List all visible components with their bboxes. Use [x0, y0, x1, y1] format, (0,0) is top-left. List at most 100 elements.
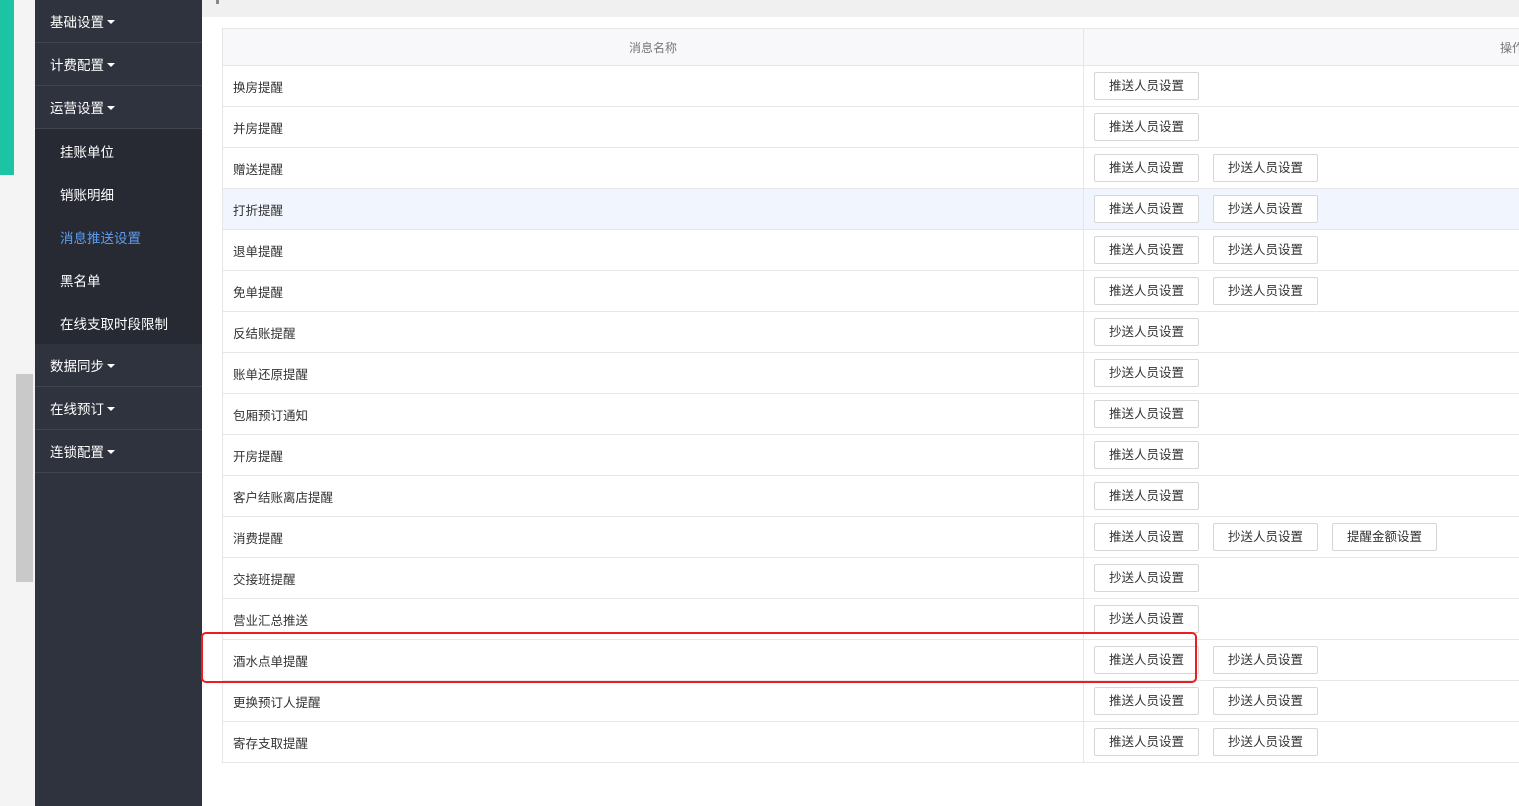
push-recipients-button[interactable]: 推送人员设置	[1094, 728, 1200, 756]
sidebar-group-top-0[interactable]: 基础设置	[35, 0, 202, 43]
cc-recipients-button[interactable]: 抄送人员设置	[1213, 523, 1319, 551]
table-row: 反结账提醒 抄送人员设置	[222, 311, 1519, 353]
operation-cell: 推送人员设置 抄送人员设置	[1083, 270, 1519, 312]
message-name-cell: 包厢预订通知	[222, 393, 1084, 435]
sidebar-group-top-2[interactable]: 运营设置	[35, 86, 202, 129]
push-recipients-button[interactable]: 推送人员设置	[1094, 523, 1200, 551]
table-row: 退单提醒 推送人员设置 抄送人员设置	[222, 229, 1519, 271]
push-recipients-button[interactable]: 推送人员设置	[1094, 687, 1200, 715]
operation-cell: 推送人员设置	[1083, 434, 1519, 476]
table-row: 包厢预订通知 推送人员设置	[222, 393, 1519, 435]
caret-down-icon	[107, 63, 115, 67]
operation-cell: 推送人员设置	[1083, 393, 1519, 435]
caret-down-icon	[107, 407, 115, 411]
sidebar-group-bottom-1[interactable]: 在线预订	[35, 387, 202, 430]
sidebar: 基础设置计费配置运营设置 挂账单位 销账明细 消息推送设置 黑名单 在线支取时段限制 数…	[35, 0, 202, 806]
cc-recipients-button[interactable]: 抄送人员设置	[1213, 236, 1319, 264]
table-row: 打折提醒 推送人员设置 抄送人员设置	[222, 188, 1519, 230]
table-header-row: 消息名称 操作	[222, 28, 1519, 66]
push-recipients-button[interactable]: 推送人员设置	[1094, 277, 1200, 305]
operation-cell: 推送人员设置 抄送人员设置	[1083, 721, 1519, 763]
message-name-cell: 打折提醒	[222, 188, 1084, 230]
accent-bar	[0, 0, 14, 175]
message-name-cell: 酒水点单提醒	[222, 639, 1084, 681]
message-table: 消息名称 操作 换房提醒 推送人员设置 并房提醒 推送人员设置 赠送提醒 推送人员设置 抄送…	[222, 28, 1519, 763]
header-message-name: 消息名称	[222, 28, 1084, 66]
message-name-cell: 交接班提醒	[222, 557, 1084, 599]
table-row: 更换预订人提醒 推送人员设置 抄送人员设置	[222, 680, 1519, 722]
sidebar-group-label: 计费配置	[50, 58, 104, 74]
operation-cell: 推送人员设置 抄送人员设置	[1083, 680, 1519, 722]
operation-cell: 抄送人员设置	[1083, 311, 1519, 353]
top-bar	[202, 0, 1519, 17]
message-name-cell: 消费提醒	[222, 516, 1084, 558]
submenu-item-1[interactable]: 销账明细	[35, 172, 202, 215]
push-recipients-button[interactable]: 推送人员设置	[1094, 441, 1200, 469]
table-row: 换房提醒 推送人员设置	[222, 65, 1519, 107]
caret-down-icon	[107, 364, 115, 368]
operation-cell: 推送人员设置	[1083, 106, 1519, 148]
sidebar-group-label: 在线预订	[50, 402, 104, 418]
message-table-container: 消息名称 操作 换房提醒 推送人员设置 并房提醒 推送人员设置 赠送提醒 推送人员设置 抄送…	[222, 28, 1519, 763]
table-row: 客户结账离店提醒 推送人员设置	[222, 475, 1519, 517]
table-row: 消费提醒 推送人员设置 抄送人员设置 提醒金额设置	[222, 516, 1519, 558]
message-name-cell: 寄存支取提醒	[222, 721, 1084, 763]
caret-down-icon	[107, 450, 115, 454]
push-recipients-button[interactable]: 推送人员设置	[1094, 195, 1200, 223]
table-row: 营业汇总推送 抄送人员设置	[222, 598, 1519, 640]
operation-cell: 推送人员设置	[1083, 475, 1519, 517]
cc-recipients-button[interactable]: 抄送人员设置	[1213, 687, 1319, 715]
cc-recipients-button[interactable]: 抄送人员设置	[1094, 359, 1200, 387]
cc-recipients-button[interactable]: 抄送人员设置	[1213, 646, 1319, 674]
scrollbar-thumb[interactable]	[16, 374, 33, 582]
sidebar-group-top-1[interactable]: 计费配置	[35, 43, 202, 86]
message-name-cell: 开房提醒	[222, 434, 1084, 476]
submenu-item-3[interactable]: 黑名单	[35, 258, 202, 301]
cc-recipients-button[interactable]: 抄送人员设置	[1094, 318, 1200, 346]
push-recipients-button[interactable]: 推送人员设置	[1094, 113, 1200, 141]
push-recipients-button[interactable]: 推送人员设置	[1094, 400, 1200, 428]
operation-cell: 推送人员设置	[1083, 65, 1519, 107]
submenu-item-0[interactable]: 挂账单位	[35, 129, 202, 172]
message-name-cell: 退单提醒	[222, 229, 1084, 271]
operation-cell: 推送人员设置 抄送人员设置 提醒金额设置	[1083, 516, 1519, 558]
table-row: 开房提醒 推送人员设置	[222, 434, 1519, 476]
push-recipients-button[interactable]: 推送人员设置	[1094, 646, 1200, 674]
cc-recipients-button[interactable]: 抄送人员设置	[1094, 564, 1200, 592]
submenu-item-4[interactable]: 在线支取时段限制	[35, 301, 202, 344]
operation-cell: 推送人员设置 抄送人员设置	[1083, 639, 1519, 681]
push-recipients-button[interactable]: 推送人员设置	[1094, 72, 1200, 100]
cc-recipients-button[interactable]: 抄送人员设置	[1213, 728, 1319, 756]
cc-recipients-button[interactable]: 抄送人员设置	[1213, 195, 1319, 223]
table-row: 账单还原提醒 抄送人员设置	[222, 352, 1519, 394]
table-row: 酒水点单提醒 推送人员设置 抄送人员设置	[222, 639, 1519, 681]
sidebar-group-bottom-0[interactable]: 数据同步	[35, 344, 202, 387]
cc-recipients-button[interactable]: 抄送人员设置	[1213, 277, 1319, 305]
message-name-cell: 赠送提醒	[222, 147, 1084, 189]
table-row: 赠送提醒 推送人员设置 抄送人员设置	[222, 147, 1519, 189]
push-recipients-button[interactable]: 推送人员设置	[1094, 236, 1200, 264]
table-row: 寄存支取提醒 推送人员设置 抄送人员设置	[222, 721, 1519, 763]
operation-cell: 抄送人员设置	[1083, 598, 1519, 640]
submenu-item-2[interactable]: 消息推送设置	[35, 215, 202, 258]
message-name-cell: 并房提醒	[222, 106, 1084, 148]
reminder-amount-button[interactable]: 提醒金额设置	[1332, 523, 1438, 551]
top-bar-marker	[216, 0, 219, 4]
message-name-cell: 更换预订人提醒	[222, 680, 1084, 722]
table-row: 交接班提醒 抄送人员设置	[222, 557, 1519, 599]
sidebar-group-label: 连锁配置	[50, 445, 104, 461]
sidebar-group-label: 基础设置	[50, 15, 104, 31]
cc-recipients-button[interactable]: 抄送人员设置	[1094, 605, 1200, 633]
submenu-operations: 挂账单位 销账明细 消息推送设置 黑名单 在线支取时段限制	[35, 129, 202, 344]
operation-cell: 推送人员设置 抄送人员设置	[1083, 229, 1519, 271]
sidebar-group-label: 数据同步	[50, 359, 104, 375]
push-recipients-button[interactable]: 推送人员设置	[1094, 482, 1200, 510]
operation-cell: 抄送人员设置	[1083, 557, 1519, 599]
operation-cell: 推送人员设置 抄送人员设置	[1083, 147, 1519, 189]
push-recipients-button[interactable]: 推送人员设置	[1094, 154, 1200, 182]
table-row: 并房提醒 推送人员设置	[222, 106, 1519, 148]
header-operation: 操作	[1083, 28, 1519, 66]
sidebar-group-label: 运营设置	[50, 101, 104, 117]
cc-recipients-button[interactable]: 抄送人员设置	[1213, 154, 1319, 182]
sidebar-group-bottom-2[interactable]: 连锁配置	[35, 430, 202, 473]
